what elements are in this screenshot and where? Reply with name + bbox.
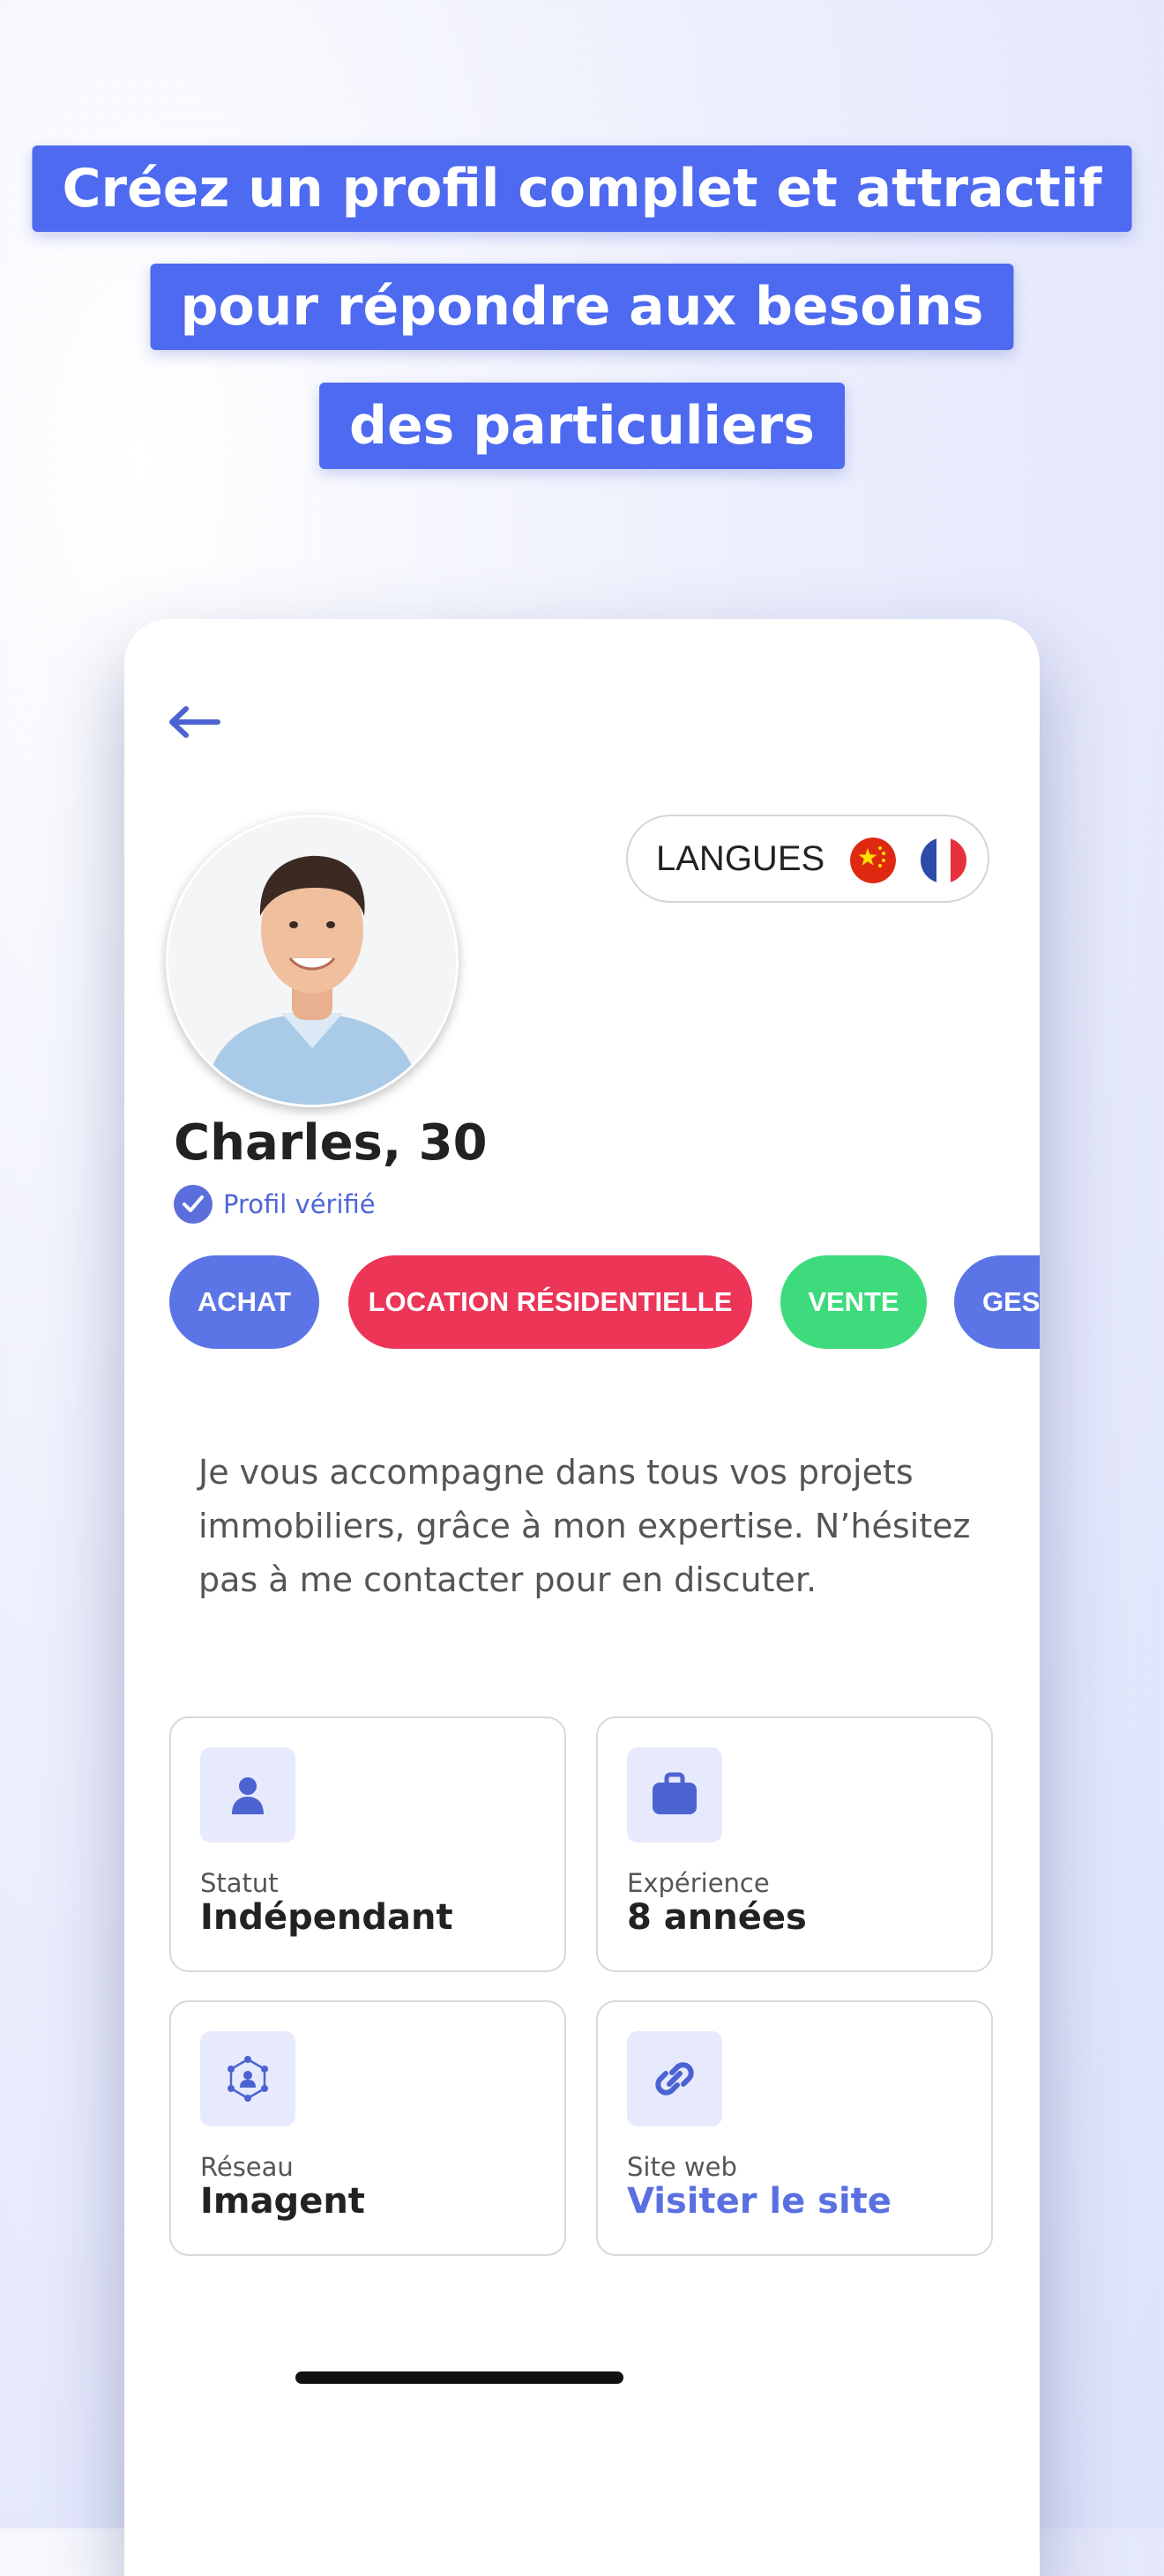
verified-badge: Profil vérifié: [172, 1183, 376, 1225]
chinese-flag-icon: [850, 838, 896, 883]
verified-check-icon: [174, 1185, 213, 1224]
card-label: Expérience: [627, 1868, 770, 1898]
card-label: Site web: [627, 2152, 737, 2182]
french-flag-icon: [921, 838, 966, 883]
status-card: Statut Indépendant: [169, 1716, 566, 1972]
arrow-left-icon: [169, 706, 220, 738]
card-value: Imagent: [200, 2181, 365, 2222]
website-card[interactable]: Site web Visiter le site: [596, 2000, 993, 2256]
tag-vente[interactable]: VENTE: [780, 1255, 927, 1349]
card-label: Statut: [200, 1868, 279, 1898]
bio-text: Je vous accompagne dans tous vos projets…: [198, 1453, 971, 1599]
briefcase-icon: [627, 1747, 722, 1843]
service-tags: ACHAT LOCATION RÉSIDENTIELLE VENTE GESTI…: [169, 1255, 1040, 1351]
visit-site-link[interactable]: Visiter le site: [627, 2181, 892, 2222]
profile-screen: LANGUES Charles, 30 Profil vérifié ACHAT…: [124, 619, 1040, 2576]
languages-pill[interactable]: LANGUES: [626, 815, 989, 903]
headline-line-3: des particuliers: [319, 383, 845, 469]
network-card: Réseau Imagent: [169, 2000, 566, 2256]
profile-name: Charles, 30: [174, 1114, 488, 1172]
card-value: Indépendant: [200, 1897, 453, 1938]
card-label: Réseau: [200, 2152, 294, 2182]
tag-location-residentielle[interactable]: LOCATION RÉSIDENTIELLE: [348, 1255, 752, 1349]
headline-line-1: Créez un profil complet et attractif: [32, 145, 1132, 232]
home-indicator: [295, 2371, 623, 2384]
user-icon: [200, 1747, 295, 1843]
card-value: 8 années: [627, 1897, 807, 1938]
network-icon: [200, 2031, 295, 2126]
languages-label: LANGUES: [656, 838, 825, 878]
link-icon: [627, 2031, 722, 2126]
tag-achat[interactable]: ACHAT: [169, 1255, 319, 1349]
avatar: [166, 815, 459, 1107]
back-button[interactable]: [163, 700, 225, 744]
tag-gestion[interactable]: GESTION: [954, 1255, 1040, 1349]
experience-card: Expérience 8 années: [596, 1716, 993, 1972]
headline-line-2: pour répondre aux besoins: [150, 264, 1014, 350]
verified-text: Profil vérifié: [223, 1189, 376, 1219]
